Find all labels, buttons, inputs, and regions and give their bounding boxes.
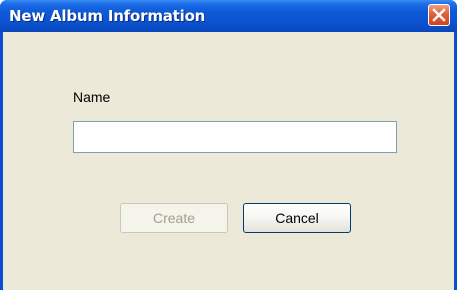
dialog-window: New Album Information Name Create Cancel bbox=[0, 0, 457, 290]
dialog-body: Name Create Cancel bbox=[3, 32, 454, 290]
close-icon bbox=[432, 8, 446, 22]
cancel-button[interactable]: Cancel bbox=[243, 203, 351, 233]
window-title: New Album Information bbox=[9, 7, 206, 25]
name-input[interactable] bbox=[73, 121, 397, 153]
close-button[interactable] bbox=[428, 4, 450, 26]
title-bar[interactable]: New Album Information bbox=[0, 0, 457, 32]
name-label: Name bbox=[73, 89, 111, 105]
create-button[interactable]: Create bbox=[120, 203, 228, 233]
